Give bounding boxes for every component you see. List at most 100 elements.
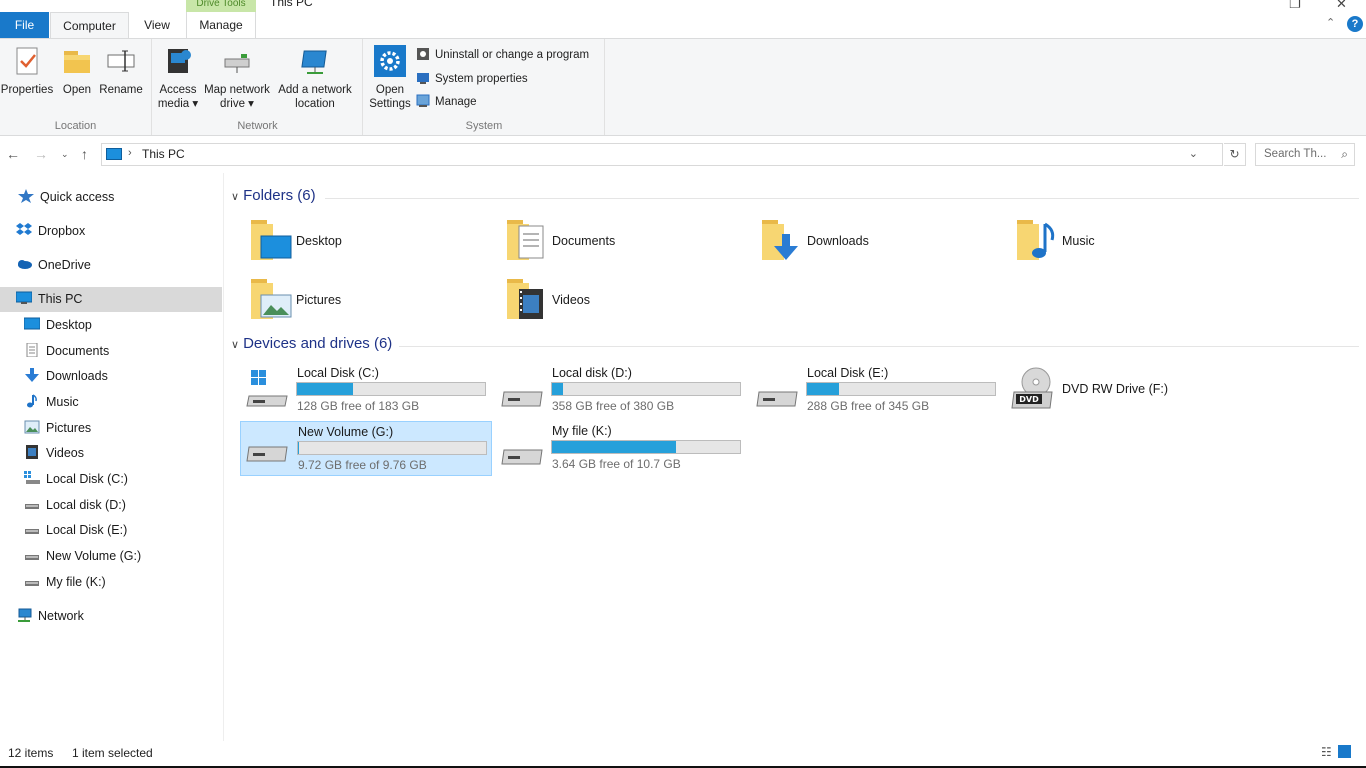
folder-pictures[interactable]: Pictures <box>249 275 489 331</box>
manage-button[interactable]: Manage <box>416 93 477 111</box>
ribbon-group-label: Location <box>54 120 97 132</box>
content-pane: ∨ Folders (6) Desktop Documents Downloads… <box>225 173 1366 741</box>
window-title: This PC <box>270 0 313 9</box>
folder-documents[interactable]: Documents <box>505 216 745 272</box>
folder-music[interactable]: Music <box>1015 216 1255 272</box>
open-settings-button[interactable]: Open Settings <box>368 45 412 111</box>
nav-this-pc[interactable]: This PC <box>0 287 222 312</box>
nav-quick-access[interactable]: Quick access <box>18 185 114 210</box>
ribbon-collapse-icon[interactable]: ⌃ <box>1326 16 1335 29</box>
folder-desktop[interactable]: Desktop <box>249 216 489 272</box>
pictures-folder-icon <box>249 275 297 323</box>
nav-disk-k[interactable]: My file (K:) <box>24 570 106 595</box>
rename-button[interactable]: Rename <box>98 45 144 97</box>
uninstall-program-button[interactable]: Uninstall or change a program <box>416 46 589 64</box>
hard-drive-icon <box>24 495 40 509</box>
videos-folder-icon <box>505 275 553 323</box>
nav-downloads[interactable]: Downloads <box>24 364 108 389</box>
nav-desktop[interactable]: Desktop <box>23 313 92 338</box>
open-button[interactable]: Open <box>58 45 96 97</box>
download-arrow-icon <box>24 366 40 382</box>
nav-videos[interactable]: Videos <box>24 441 84 466</box>
drive-g[interactable]: New Volume (G:) 9.72 GB free of 9.76 GB <box>240 421 492 476</box>
nav-network[interactable]: Network <box>16 604 84 629</box>
nav-disk-c[interactable]: Local Disk (C:) <box>24 467 128 492</box>
svg-text:DVD: DVD <box>1019 395 1039 404</box>
title-bar: Drive Tools This PC ❐ ✕ File Computer Vi… <box>0 0 1366 38</box>
collapse-chevron-icon[interactable]: ∨ <box>231 338 239 351</box>
drive-c[interactable]: Local Disk (C:) 128 GB free of 183 GB <box>240 366 492 422</box>
nav-music[interactable]: Music <box>24 390 79 415</box>
drive-d[interactable]: Local disk (D:) 358 GB free of 380 GB <box>495 366 747 422</box>
folders-header-label: Folders (6) <box>243 187 316 204</box>
drive-f-dvd[interactable]: DVD DVD RW Drive (F:) <box>1005 366 1257 422</box>
address-dropdown-icon[interactable]: ⌄ <box>1189 147 1198 160</box>
tab-computer[interactable]: Computer <box>50 12 129 38</box>
properties-label: Properties <box>0 84 54 96</box>
nav-label: OneDrive <box>38 258 91 272</box>
drive-e[interactable]: Local Disk (E:) 288 GB free of 345 GB <box>750 366 1002 422</box>
recent-locations-chevron-icon[interactable]: ⌄ <box>61 149 69 160</box>
folder-name: Desktop <box>296 234 342 248</box>
this-pc-icon <box>106 148 122 160</box>
up-arrow-icon[interactable]: ↑ <box>81 146 88 162</box>
breadcrumb-this-pc[interactable]: This PC <box>142 147 185 161</box>
restore-icon[interactable]: ❐ <box>1289 0 1301 12</box>
hard-drive-icon <box>500 440 544 468</box>
hard-drive-icon <box>24 546 40 560</box>
properties-button[interactable]: Properties <box>0 45 54 97</box>
nav-label: Pictures <box>46 421 92 435</box>
folder-name: Music <box>1062 234 1095 248</box>
folder-name: Pictures <box>296 293 342 307</box>
breadcrumb-separator-icon[interactable]: › <box>128 147 132 159</box>
dvd-drive-icon: DVD <box>1010 366 1054 409</box>
nav-label: Network <box>38 609 84 623</box>
ribbon: Properties Open Rename Location Access m… <box>0 38 1366 136</box>
folders-group-header[interactable]: ∨ Folders (6) <box>231 187 316 209</box>
drive-k[interactable]: My file (K:) 3.64 GB free of 10.7 GB <box>495 424 747 480</box>
tab-file[interactable]: File <box>0 12 49 38</box>
folder-videos[interactable]: Videos <box>505 275 745 331</box>
tab-manage[interactable]: Manage <box>186 12 256 38</box>
computer-icon <box>15 289 33 304</box>
tab-view[interactable]: View <box>134 12 180 38</box>
hard-drive-icon <box>245 437 289 465</box>
item-count: 12 items <box>8 746 54 760</box>
forward-arrow-icon[interactable]: → <box>34 146 48 162</box>
access-media-button[interactable]: Access media ▾ <box>157 45 199 111</box>
film-icon <box>24 443 40 459</box>
system-properties-button[interactable]: System properties <box>416 70 528 88</box>
nav-disk-d[interactable]: Local disk (D:) <box>24 493 126 518</box>
nav-label: Music <box>46 395 79 409</box>
close-icon[interactable]: ✕ <box>1336 0 1347 12</box>
cloud-icon <box>16 255 32 269</box>
refresh-icon[interactable]: ↻ <box>1224 143 1246 166</box>
nav-label: Quick access <box>40 190 115 204</box>
search-box[interactable]: Search Th... ⌕ <box>1255 143 1355 166</box>
nav-documents[interactable]: Documents <box>24 339 109 364</box>
nav-onedrive[interactable]: OneDrive <box>16 253 91 278</box>
nav-disk-e[interactable]: Local Disk (E:) <box>24 518 127 543</box>
music-note-icon <box>24 392 40 408</box>
status-bar: 12 items 1 item selected ☷ <box>0 741 1366 766</box>
collapse-chevron-icon[interactable]: ∨ <box>231 190 239 203</box>
folder-name: Videos <box>552 293 590 307</box>
address-bar[interactable]: › This PC ⌄ <box>101 143 1223 166</box>
large-icons-view-icon[interactable] <box>1338 745 1352 758</box>
back-arrow-icon[interactable]: ← <box>6 146 20 162</box>
folder-downloads[interactable]: Downloads <box>760 216 1000 272</box>
add-network-location-button[interactable]: Add a network location <box>275 45 355 111</box>
drives-group-header[interactable]: ∨ Devices and drives (6) <box>231 335 392 357</box>
pictures-icon <box>24 418 40 434</box>
details-view-icon[interactable]: ☷ <box>1321 745 1332 759</box>
windows-drive-icon <box>245 370 289 410</box>
nav-pictures[interactable]: Pictures <box>24 416 91 441</box>
media-icon <box>162 45 194 77</box>
map-drive-label-line2: drive ▾ <box>220 98 254 110</box>
map-network-drive-button[interactable]: Map network drive ▾ <box>201 45 273 111</box>
help-icon[interactable]: ? <box>1347 16 1363 32</box>
ribbon-group-label: System <box>465 120 503 132</box>
nav-disk-g[interactable]: New Volume (G:) <box>24 544 141 569</box>
nav-dropbox[interactable]: Dropbox <box>16 219 85 244</box>
search-icon[interactable]: ⌕ <box>1341 147 1348 162</box>
